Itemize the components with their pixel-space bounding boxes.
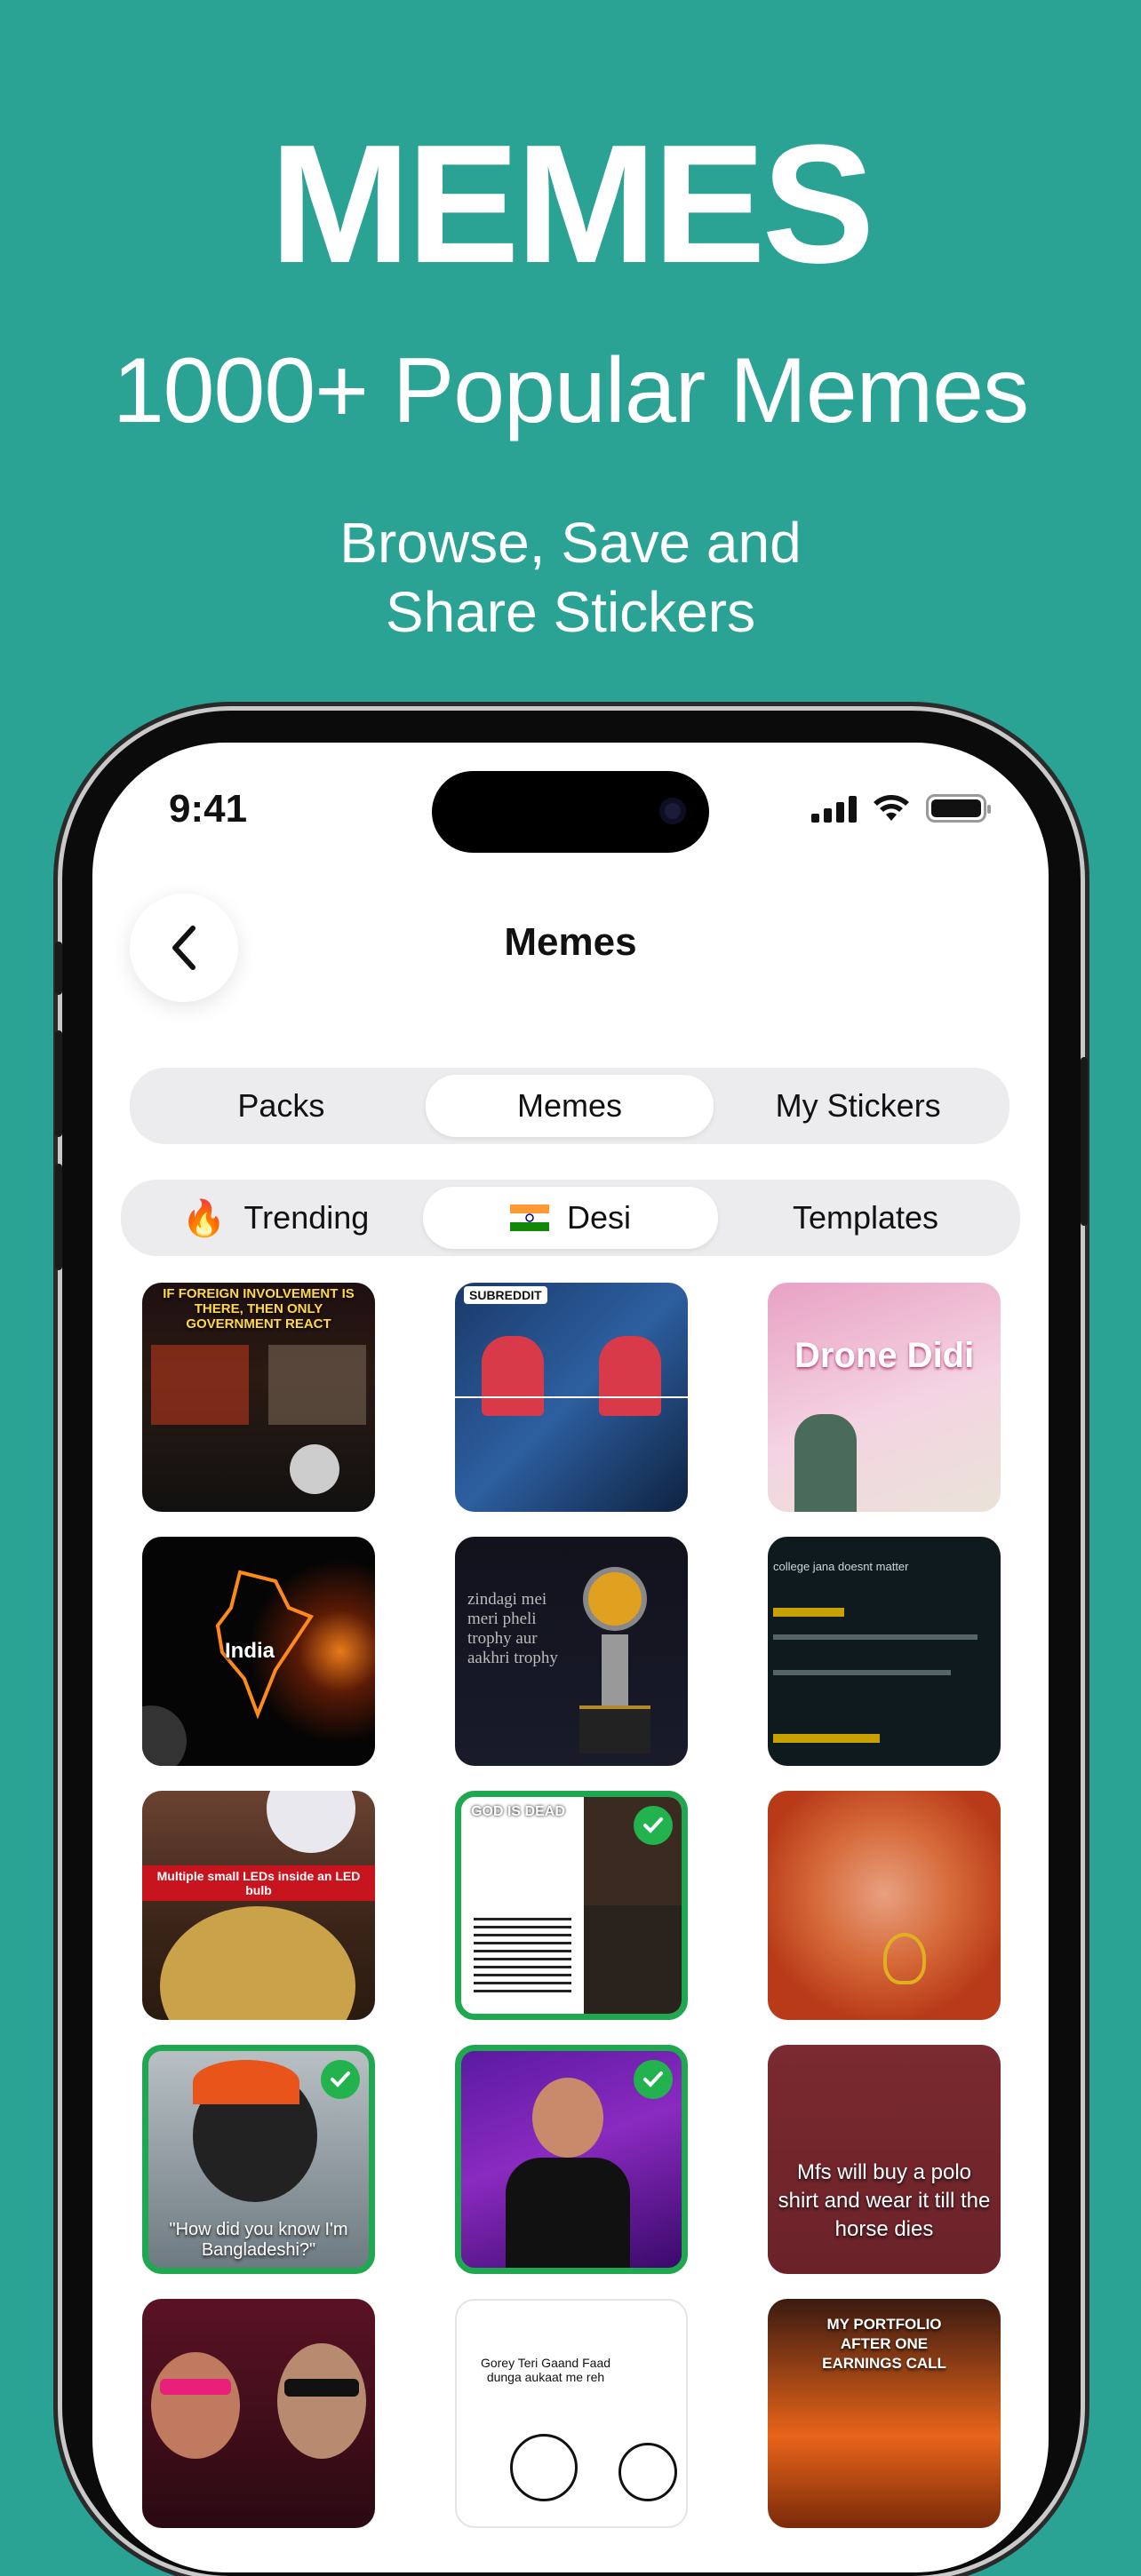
meme-sticker-selected[interactable]: "How did you know I'm Bangladeshi?" [142, 2045, 375, 2274]
meme-art [455, 1396, 688, 1398]
meme-sticker[interactable] [768, 1791, 1001, 2020]
tab-packs[interactable]: Packs [137, 1075, 426, 1137]
dynamic-island [432, 771, 709, 853]
meme-caption: Gorey Teri Gaand Faad dunga aukaat me re… [480, 2356, 611, 2384]
meme-sticker[interactable]: MY PORTFOLIO AFTER ONE EARNINGS CALL [768, 2299, 1001, 2528]
meme-art [151, 1345, 249, 1425]
india-flag-icon [509, 1205, 549, 1231]
bulb-art [267, 1791, 355, 1853]
hero-desc-line-2: Share Stickers [385, 580, 756, 644]
meme-art [482, 1336, 544, 1416]
meme-art [584, 1905, 682, 2014]
meme-sticker[interactable]: SUBREDDIT [455, 1283, 688, 1512]
sunglasses-art [284, 2379, 359, 2397]
trophy-art [602, 1634, 628, 1705]
person-art [506, 2158, 630, 2268]
tab-label: My Stickers [775, 1087, 941, 1124]
meme-sticker[interactable]: college jana doesnt matter [768, 1537, 1001, 1766]
checkmark-icon [634, 1806, 673, 1845]
meme-caption: GOD IS DEAD [471, 1804, 565, 1819]
filter-label: Desi [566, 1199, 632, 1236]
filter-trending[interactable]: 🔥 Trending [128, 1187, 423, 1249]
camera-icon [659, 798, 686, 824]
filter-desi[interactable]: Desi [423, 1187, 718, 1249]
meme-sticker[interactable]: Multiple small LEDs inside an LED bulb [142, 1791, 375, 2020]
sunglasses-art [160, 2379, 231, 2395]
meme-caption: Multiple small LEDs inside an LED bulb [142, 1865, 375, 1901]
checkmark-icon [634, 2060, 673, 2099]
trophy-art [579, 1705, 650, 1753]
filter-templates[interactable]: Templates [718, 1187, 1013, 1249]
meme-text-art [474, 1918, 571, 1998]
person-art [151, 2352, 240, 2459]
meme-sticker[interactable] [142, 2299, 375, 2528]
meme-caption: SUBREDDIT [464, 1286, 547, 1304]
person-art [532, 2078, 603, 2158]
meme-caption: MY PORTFOLIO AFTER ONE EARNINGS CALL [822, 2316, 946, 2372]
meme-caption: zindagi mei meri pheli trophy aur aakhri… [467, 1590, 558, 1667]
hero-desc-line-1: Browse, Save and [339, 511, 802, 575]
meme-caption: Mfs will buy a polo shirt and wear it ti… [778, 2160, 991, 2241]
meme-art [794, 1414, 857, 1512]
phone-screen: 9:41 Memes Packs Memes My Stickers 🔥 Tre… [92, 743, 1049, 2572]
meme-caption: Drone Didi [794, 1336, 975, 1375]
meme-sticker[interactable]: Mfs will buy a polo shirt and wear it ti… [768, 2045, 1001, 2274]
meme-caption: IF FOREIGN INVOLVEMENT IS THERE, THEN ON… [163, 1286, 355, 1332]
meme-sticker[interactable]: India [142, 1537, 375, 1766]
hero-subtitle: 1000+ Popular Memes [112, 339, 1029, 442]
meme-sticker[interactable]: Drone Didi [768, 1283, 1001, 1512]
wifi-icon [874, 795, 909, 821]
status-icons [811, 794, 991, 823]
tab-my-stickers[interactable]: My Stickers [714, 1075, 1002, 1137]
top-tabs: Packs Memes My Stickers [130, 1068, 1009, 1144]
battery-icon [926, 794, 991, 823]
pcb-art [160, 1906, 355, 2020]
meme-sticker[interactable]: IF FOREIGN INVOLVEMENT IS THERE, THEN ON… [142, 1283, 375, 1512]
meme-sticker[interactable]: Gorey Teri Gaand Faad dunga aukaat me re… [455, 2299, 688, 2528]
meme-caption: India [224, 1639, 275, 1663]
hero-title: MEMES [269, 110, 875, 298]
hero-description: Browse, Save and Share Stickers [0, 508, 1141, 647]
filter-tabs: 🔥 Trending Desi Templates [121, 1180, 1020, 1256]
cellular-signal-icon [811, 794, 857, 823]
comment-art [773, 1734, 880, 1743]
tab-label: Memes [516, 1087, 623, 1124]
earring-art [883, 1933, 926, 1984]
meme-art [268, 1345, 366, 1425]
tab-label: Packs [237, 1087, 325, 1124]
comment-art [773, 1608, 844, 1617]
fire-icon: 🔥 [181, 1197, 227, 1239]
meme-caption: "How did you know I'm Bangladeshi?" [169, 2220, 348, 2260]
phone-side-button [55, 942, 62, 995]
filter-label: Trending [243, 1199, 370, 1236]
checkmark-icon [321, 2060, 360, 2099]
cartoon-art [510, 2434, 578, 2501]
comment-art [773, 1634, 977, 1640]
comment-art [773, 1670, 951, 1675]
phone-power-button [1081, 1057, 1088, 1226]
cartoon-art [618, 2443, 677, 2501]
phone-volume-down [55, 1164, 62, 1270]
filter-label: Templates [792, 1199, 939, 1236]
person-art [277, 2343, 366, 2459]
hair-art [193, 2060, 299, 2104]
phone-volume-up [55, 1030, 62, 1137]
status-time: 9:41 [169, 787, 248, 831]
meme-caption: college jana doesnt matter [773, 1560, 909, 1573]
meme-art [599, 1336, 661, 1416]
meme-art [290, 1444, 339, 1494]
trophy-art [588, 1572, 642, 1626]
meme-sticker-selected[interactable]: GOD IS DEAD [455, 1791, 688, 2020]
meme-grid: IF FOREIGN INVOLVEMENT IS THERE, THEN ON… [142, 1283, 1001, 2528]
page-title: Memes [504, 920, 637, 964]
tab-memes[interactable]: Memes [425, 1075, 714, 1137]
meme-sticker-selected[interactable] [455, 2045, 688, 2274]
meme-sticker[interactable]: zindagi mei meri pheli trophy aur aakhri… [455, 1537, 688, 1766]
